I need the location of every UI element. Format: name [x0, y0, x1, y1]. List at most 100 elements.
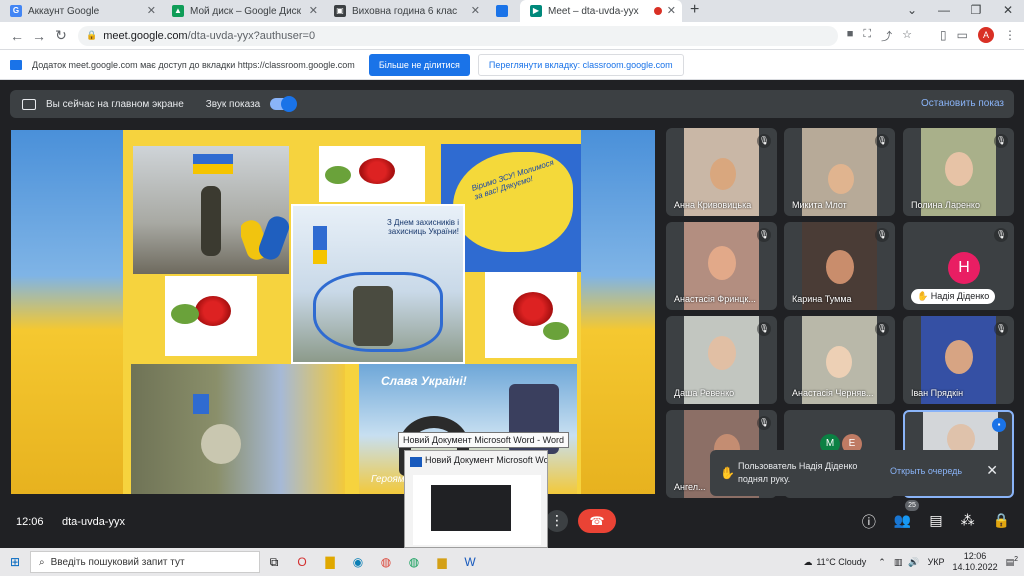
close-icon[interactable]: ✕: [309, 4, 318, 17]
menu-icon[interactable]: ⋮: [1004, 28, 1016, 42]
taskbar-clock[interactable]: 12:06 14.10.2022: [953, 551, 998, 573]
chat-icon[interactable]: ▤: [929, 512, 942, 532]
notifications-icon[interactable]: ▤2: [1006, 556, 1018, 568]
recording-icon: [654, 7, 662, 15]
close-icon[interactable]: ✕: [471, 4, 480, 17]
edge-icon[interactable]: ◉: [344, 555, 372, 569]
viburnum-photo: [319, 146, 425, 202]
participant-tile[interactable]: 🎙 Микита Млот: [784, 128, 895, 216]
camera-icon[interactable]: ■: [847, 28, 854, 44]
people-icon[interactable]: 👥: [894, 512, 911, 532]
cast-icon: [496, 5, 508, 17]
tab-cast[interactable]: [486, 0, 520, 22]
preview-image: [413, 475, 541, 545]
tab-google-account[interactable]: G Аккаунт Google ✕: [0, 0, 162, 22]
stop-presenting-link[interactable]: Остановить показ: [921, 98, 1004, 109]
google-icon: G: [10, 5, 22, 17]
translate-icon[interactable]: ⛶: [863, 28, 871, 44]
heart-symbol: [241, 210, 291, 270]
sound-toggle[interactable]: [270, 96, 298, 112]
tab-search-icon[interactable]: ⌄: [896, 0, 928, 22]
sidepanel-icon[interactable]: ▯: [940, 28, 947, 42]
file-explorer-icon[interactable]: ▇: [316, 555, 344, 569]
explorer-icon[interactable]: ▆: [428, 555, 456, 569]
mic-off-icon: 🎙: [994, 134, 1008, 148]
viburnum-photo-left: [165, 276, 257, 356]
share-icon[interactable]: ⤴: [881, 28, 892, 44]
participant-tile[interactable]: 🎙 Анастасія Черняв...: [784, 316, 895, 404]
word-tooltip: Новий Документ Microsoft Word - Word: [398, 432, 569, 448]
participant-tile[interactable]: 🎙 Анастасія Фринцк...: [666, 222, 777, 310]
presenting-status: Вы сейчас на главном экране: [46, 98, 184, 110]
extensions-icon[interactable]: ▭: [957, 28, 968, 42]
forward-icon[interactable]: →: [28, 28, 50, 44]
mic-off-icon: 🎙: [994, 322, 1008, 336]
clock-time: 12:06: [963, 551, 987, 561]
avatar: Н: [948, 252, 980, 284]
participant-tile[interactable]: 🎙 Іван Прядкін: [903, 316, 1014, 404]
network-icon[interactable]: ▥: [894, 557, 903, 568]
participant-tile[interactable]: 🎙 Даша Ревенко: [666, 316, 777, 404]
mic-off-icon: 🎙: [875, 134, 889, 148]
participant-tile[interactable]: 🎙 Полина Ларенко: [903, 128, 1014, 216]
mic-off-icon: 🎙: [994, 228, 1008, 242]
sound-label: Звук показа: [205, 98, 261, 110]
participant-tile[interactable]: 🎙 Карина Тумма: [784, 222, 895, 310]
word-taskbar-icon[interactable]: W: [456, 555, 484, 569]
minimize-icon[interactable]: —: [928, 0, 960, 22]
share-screen-icon: [10, 59, 22, 70]
restore-icon[interactable]: ❐: [960, 0, 992, 22]
back-icon[interactable]: ←: [6, 28, 28, 44]
profile-avatar[interactable]: A: [978, 27, 994, 43]
open-queue-link[interactable]: Открыть очередь: [890, 466, 962, 476]
view-tab-button[interactable]: Переглянути вкладку: classroom.google.co…: [477, 53, 684, 76]
tray-chevron-icon[interactable]: ⌃: [878, 557, 886, 568]
defenders-poster: З Днем захисників і захисниць України!: [291, 204, 465, 364]
word-thumbnail-preview[interactable]: Новий Документ Microsoft Wo...: [404, 450, 548, 548]
language-indicator[interactable]: УКР: [928, 557, 945, 567]
mic-off-icon: 🎙: [757, 228, 771, 242]
windows-start-icon[interactable]: ⊞: [0, 555, 30, 569]
system-tray: ☁ 11°C Cloudy ⌃ ▥ 🔊 УКР 12:06 14.10.2022…: [803, 548, 1024, 576]
new-tab-button[interactable]: +: [682, 0, 707, 22]
reload-icon[interactable]: ↻: [50, 27, 72, 44]
close-window-icon[interactable]: ✕: [992, 0, 1024, 22]
bookmark-star-icon[interactable]: ☆: [902, 28, 912, 44]
close-icon[interactable]: ✕: [147, 4, 156, 17]
tab-label: Мой диск – Google Диск: [190, 5, 302, 17]
taskbar-search-input[interactable]: ⌕ Введіть пошуковий запит тут: [30, 551, 260, 573]
opera-icon[interactable]: O: [288, 555, 316, 569]
mic-off-icon: 🎙: [757, 134, 771, 148]
raised-hand-icon: ✋: [720, 466, 735, 480]
lock-icon[interactable]: 🔒: [86, 30, 97, 41]
chrome-profile-icon[interactable]: ◍: [400, 555, 428, 569]
url-host: meet.google.com: [103, 29, 188, 42]
participant-tile[interactable]: Н 🎙 ✋ Надія Діденко: [903, 222, 1014, 310]
notification-count: 2: [1014, 556, 1018, 563]
task-view-icon[interactable]: ⧉: [260, 555, 288, 570]
tab-label: Виховна година 6 клас: [352, 5, 458, 17]
present-screen-icon: [22, 98, 36, 110]
host-controls-icon[interactable]: 🔒: [993, 512, 1010, 532]
close-icon[interactable]: ✕: [667, 4, 676, 17]
stop-sharing-button[interactable]: Більше не ділитися: [368, 53, 470, 76]
participant-name: Іван Прядкін: [911, 388, 964, 398]
weather-text[interactable]: 11°C Cloudy: [816, 557, 866, 567]
hero-text: Героям: [371, 474, 405, 485]
chrome-icon[interactable]: ◍: [372, 555, 400, 569]
url-field[interactable]: 🔒 meet.google.com/dta-uvda-yyx?authuser=…: [78, 25, 838, 46]
presenting-bar: Вы сейчас на главном экране Звук показа …: [10, 90, 1014, 118]
more-options-button[interactable]: ⋮: [546, 510, 568, 532]
tab-google-drive[interactable]: ▲ Мой диск – Google Диск ✕: [162, 0, 324, 22]
tab-lesson[interactable]: ▣ Виховна година 6 клас ✕: [324, 0, 486, 22]
activities-icon[interactable]: ⁂: [961, 512, 975, 532]
participant-tile[interactable]: 🎙 Анна Кривовицька: [666, 128, 777, 216]
close-icon[interactable]: ✕: [986, 462, 998, 479]
info-icon[interactable]: ⓘ: [862, 512, 876, 532]
tab-meet[interactable]: ▶ Meet – dta-uvda-yyx ✕: [520, 0, 682, 22]
participant-name: Даша Ревенко: [674, 388, 735, 398]
volume-icon[interactable]: 🔊: [908, 557, 919, 568]
raised-hand-label: ✋ Надія Діденко: [911, 289, 996, 304]
participant-name: Анна Кривовицька: [674, 200, 752, 210]
leave-call-button[interactable]: ☎: [578, 509, 616, 533]
